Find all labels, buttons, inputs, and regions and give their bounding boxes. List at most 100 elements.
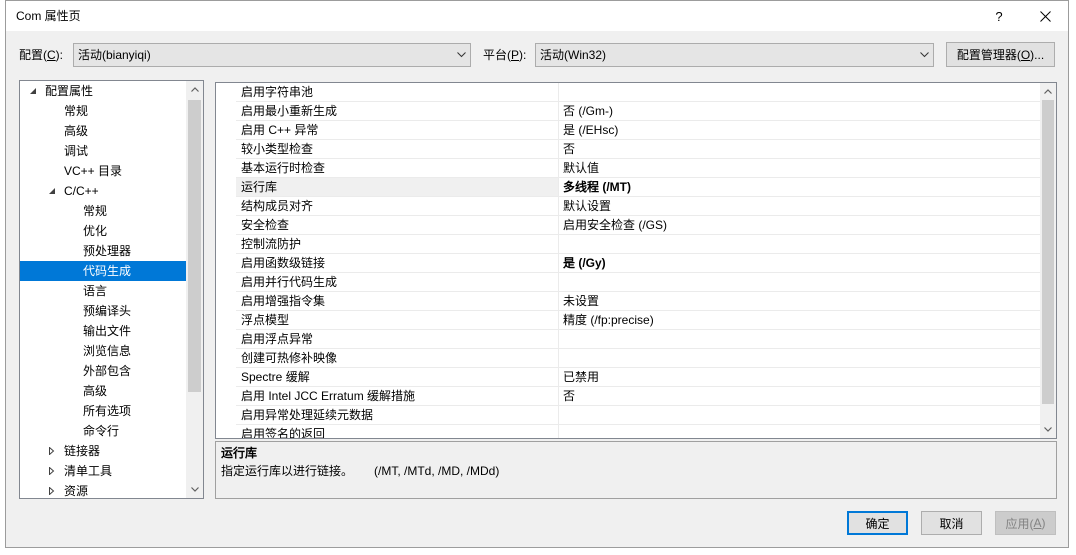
property-value[interactable]: 多线程 (/MT) — [558, 178, 1040, 197]
platform-dropdown[interactable]: 活动(Win32) — [535, 43, 934, 67]
close-icon — [1039, 10, 1051, 22]
property-name: Spectre 缓解 — [236, 368, 558, 387]
scroll-down-button[interactable] — [1040, 421, 1056, 438]
property-value[interactable] — [558, 406, 1040, 425]
property-value[interactable]: 是 (/EHsc) — [558, 121, 1040, 140]
tree-item[interactable]: 常规 — [20, 201, 186, 221]
tree-item[interactable]: 输出文件 — [20, 321, 186, 341]
help-button[interactable]: ? — [976, 1, 1022, 31]
property-name: 启用字符串池 — [236, 83, 558, 102]
row-gutter — [216, 216, 236, 235]
cancel-button[interactable]: 取消 — [921, 511, 982, 535]
tree-item[interactable]: 浏览信息 — [20, 341, 186, 361]
tree-item[interactable]: 资源 — [20, 481, 186, 498]
ok-button[interactable]: 确定 — [847, 511, 908, 535]
grid-scrollbar[interactable] — [1040, 83, 1056, 438]
tree-item[interactable]: 语言 — [20, 281, 186, 301]
tree-item[interactable]: 预编译头 — [20, 301, 186, 321]
scrollbar-thumb[interactable] — [1042, 100, 1054, 404]
tree-item-label: C/C++ — [64, 184, 99, 198]
property-value[interactable] — [558, 330, 1040, 349]
collapsed-arrow-icon[interactable] — [48, 467, 56, 475]
tree-item[interactable]: 代码生成 — [20, 261, 186, 281]
expanded-arrow-icon[interactable] — [29, 87, 37, 95]
property-row[interactable]: 浮点模型 精度 (/fp:precise) — [216, 311, 1040, 330]
tree-item[interactable]: 命令行 — [20, 421, 186, 441]
scroll-down-button[interactable] — [186, 481, 203, 498]
property-value[interactable]: 否 — [558, 387, 1040, 406]
property-row[interactable]: 启用字符串池 — [216, 83, 1040, 102]
property-row[interactable]: 安全检查 启用安全检查 (/GS) — [216, 216, 1040, 235]
property-value[interactable]: 默认设置 — [558, 197, 1040, 216]
scroll-up-button[interactable] — [186, 81, 203, 98]
property-rows: 启用字符串池 启用最小重新生成否 (/Gm-) 启用 C++ 异常是 (/EHsc)… — [216, 83, 1040, 438]
property-value[interactable]: 已禁用 — [558, 368, 1040, 387]
configuration-dropdown[interactable]: 活动(bianyiqi) — [73, 43, 471, 67]
tree-item[interactable]: VC++ 目录 — [20, 161, 186, 181]
property-name: 基本运行时检查 — [236, 159, 558, 178]
scroll-down-arrow-icon — [1044, 427, 1052, 432]
tree-item[interactable]: 常规 — [20, 101, 186, 121]
property-name: 启用异常处理延续元数据 — [236, 406, 558, 425]
configuration-manager-button[interactable]: 配置管理器(O)... — [946, 42, 1055, 67]
property-value[interactable]: 否 (/Gm-) — [558, 102, 1040, 121]
tree-item[interactable]: 调试 — [20, 141, 186, 161]
scroll-down-arrow-icon — [190, 487, 199, 492]
property-row[interactable]: 启用浮点异常 — [216, 330, 1040, 349]
tree-item[interactable]: 预处理器 — [20, 241, 186, 261]
platform-label: 平台(P): — [483, 48, 527, 62]
scrollbar-thumb[interactable] — [188, 100, 201, 392]
property-row[interactable]: 启用异常处理延续元数据 — [216, 406, 1040, 425]
property-value[interactable]: 未设置 — [558, 292, 1040, 311]
expanded-arrow-icon[interactable] — [48, 187, 56, 195]
property-row[interactable]: 基本运行时检查 默认值 — [216, 159, 1040, 178]
row-gutter — [216, 349, 236, 368]
property-row[interactable]: Spectre 缓解 已禁用 — [216, 368, 1040, 387]
collapsed-arrow-icon[interactable] — [48, 487, 56, 495]
property-value[interactable] — [558, 349, 1040, 368]
property-row[interactable]: 启用最小重新生成否 (/Gm-) — [216, 102, 1040, 121]
description-switches: (/MT, /MTd, /MD, /MDd) — [374, 464, 500, 478]
tree-item-label: 预处理器 — [83, 244, 132, 258]
property-value[interactable]: 启用安全检查 (/GS) — [558, 216, 1040, 235]
row-gutter — [216, 140, 236, 159]
property-row[interactable]: 较小类型检查否 — [216, 140, 1040, 159]
property-row[interactable]: 创建可热修补映像 — [216, 349, 1040, 368]
property-row[interactable]: 结构成员对齐 默认设置 — [216, 197, 1040, 216]
close-button[interactable] — [1022, 1, 1068, 31]
property-row[interactable]: 启用 C++ 异常是 (/EHsc) — [216, 121, 1040, 140]
tree-item[interactable]: 所有选项 — [20, 401, 186, 421]
property-row[interactable]: 启用函数级链接是 (/Gy) — [216, 254, 1040, 273]
title-bar[interactable]: Com 属性页 ? — [6, 1, 1068, 31]
property-value[interactable] — [558, 83, 1040, 102]
tree-item[interactable]: 配置属性 — [20, 81, 186, 101]
tree-item[interactable]: 优化 — [20, 221, 186, 241]
tree-item-label: 外部包含 — [83, 364, 132, 378]
row-gutter — [216, 406, 236, 425]
property-value[interactable]: 默认值 — [558, 159, 1040, 178]
property-row[interactable]: 启用并行代码生成 — [216, 273, 1040, 292]
property-row[interactable]: 启用签名的返回 — [216, 425, 1040, 438]
tree-item[interactable]: 链接器 — [20, 441, 186, 461]
property-value[interactable] — [558, 425, 1040, 438]
tree-item[interactable]: 高级 — [20, 121, 186, 141]
scroll-up-button[interactable] — [1040, 83, 1056, 100]
property-row[interactable]: 启用增强指令集 未设置 — [216, 292, 1040, 311]
tree-item[interactable]: 清单工具 — [20, 461, 186, 481]
property-value[interactable]: 精度 (/fp:precise) — [558, 311, 1040, 330]
apply-button[interactable]: 应用(A) — [995, 511, 1056, 535]
collapsed-arrow-icon[interactable] — [48, 447, 56, 455]
property-value[interactable]: 是 (/Gy) — [558, 254, 1040, 273]
tree-item[interactable]: 外部包含 — [20, 361, 186, 381]
tree-item[interactable]: C/C++ — [20, 181, 186, 201]
property-value[interactable] — [558, 235, 1040, 254]
property-row[interactable]: 运行库 多线程 (/MT) — [216, 178, 1040, 197]
property-value[interactable]: 否 — [558, 140, 1040, 159]
property-name: 控制流防护 — [236, 235, 558, 254]
property-row[interactable]: 启用 Intel JCC Erratum 缓解措施否 — [216, 387, 1040, 406]
property-value[interactable] — [558, 273, 1040, 292]
property-row[interactable]: 控制流防护 — [216, 235, 1040, 254]
tree-scrollbar[interactable] — [186, 81, 203, 498]
tree-item[interactable]: 高级 — [20, 381, 186, 401]
scroll-up-arrow-icon — [1044, 89, 1052, 94]
